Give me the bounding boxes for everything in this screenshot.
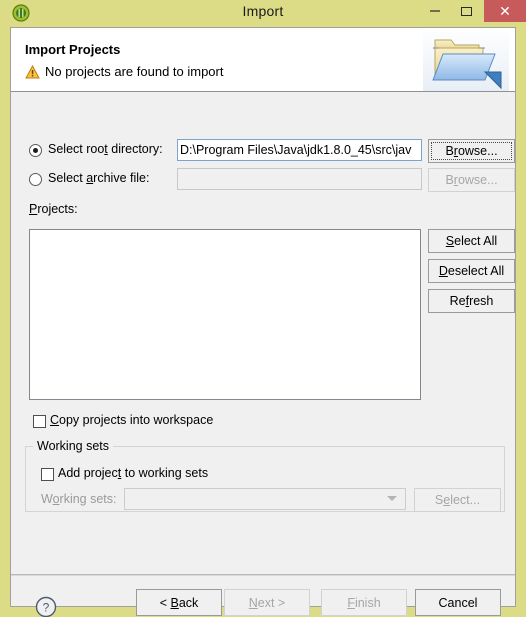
- import-dialog-window: Import ✕ Import Projects No projects are…: [0, 0, 526, 617]
- minimize-icon: [429, 10, 440, 12]
- label-select-archive-file: Select archive file:: [48, 171, 150, 185]
- archive-browse-label: Browse...: [445, 173, 498, 187]
- refresh-button[interactable]: Refresh: [428, 289, 515, 313]
- working-sets-group-label: Working sets: [33, 439, 114, 453]
- banner-message: No projects are found to import: [45, 64, 224, 79]
- deselect-all-label: Deselect All: [438, 264, 505, 278]
- wizard-banner: Import Projects No projects are found to…: [11, 28, 515, 92]
- label-add-project-to-working-sets: Add project to working sets: [58, 466, 209, 480]
- root-directory-browse-button[interactable]: Browse...: [428, 139, 515, 163]
- back-button[interactable]: < Back: [136, 589, 222, 616]
- working-sets-combo[interactable]: [124, 488, 406, 510]
- back-label: < Back: [159, 595, 199, 610]
- finish-label: Finish: [347, 595, 381, 610]
- maximize-icon: [461, 6, 472, 16]
- radio-select-archive-file[interactable]: [29, 173, 42, 186]
- finish-button: Finish: [321, 589, 407, 616]
- deselect-all-button[interactable]: Deselect All: [428, 259, 515, 283]
- working-sets-select-button: Select...: [414, 488, 501, 512]
- svg-text:?: ?: [43, 601, 50, 615]
- refresh-label: Refresh: [449, 294, 494, 308]
- label-select-root-directory: Select root directory:: [48, 142, 163, 156]
- checkbox-copy-projects[interactable]: [33, 415, 46, 428]
- radio-select-root-directory[interactable]: [29, 144, 42, 157]
- close-icon: ✕: [499, 3, 511, 19]
- focus-ring: [431, 142, 512, 160]
- minimize-button[interactable]: [420, 0, 449, 22]
- checkbox-add-project-to-working-sets[interactable]: [41, 468, 54, 481]
- next-button: Next >: [224, 589, 310, 616]
- label-copy-projects: Copy projects into workspace: [50, 413, 214, 427]
- chevron-down-icon: [387, 496, 397, 501]
- label-projects: Projects:: [29, 202, 78, 216]
- banner-title: Import Projects: [25, 42, 121, 57]
- help-icon[interactable]: ?: [35, 596, 57, 617]
- root-directory-input[interactable]: D:\Program Files\Java\jdk1.8.0_45\src\ja…: [177, 139, 422, 161]
- footer-separator: [11, 574, 515, 576]
- title-bar: Import ✕: [0, 0, 526, 27]
- archive-file-browse-button: Browse...: [428, 168, 515, 192]
- next-label: Next >: [248, 595, 286, 610]
- close-button[interactable]: ✕: [484, 0, 526, 22]
- maximize-button[interactable]: [452, 0, 481, 22]
- cancel-button[interactable]: Cancel: [415, 589, 501, 616]
- dialog-body: Import Projects No projects are found to…: [10, 27, 516, 617]
- projects-list[interactable]: [29, 229, 421, 400]
- archive-file-input[interactable]: [177, 168, 422, 190]
- warning-icon: [25, 64, 40, 79]
- open-folder-icon: [423, 28, 509, 91]
- working-sets-select-label: Select...: [434, 493, 481, 507]
- cancel-label: Cancel: [438, 595, 478, 610]
- working-sets-combo-value: [125, 492, 129, 506]
- select-all-label: Select All: [445, 234, 498, 248]
- label-working-sets: Working sets:: [41, 492, 117, 506]
- select-all-button[interactable]: Select All: [428, 229, 515, 253]
